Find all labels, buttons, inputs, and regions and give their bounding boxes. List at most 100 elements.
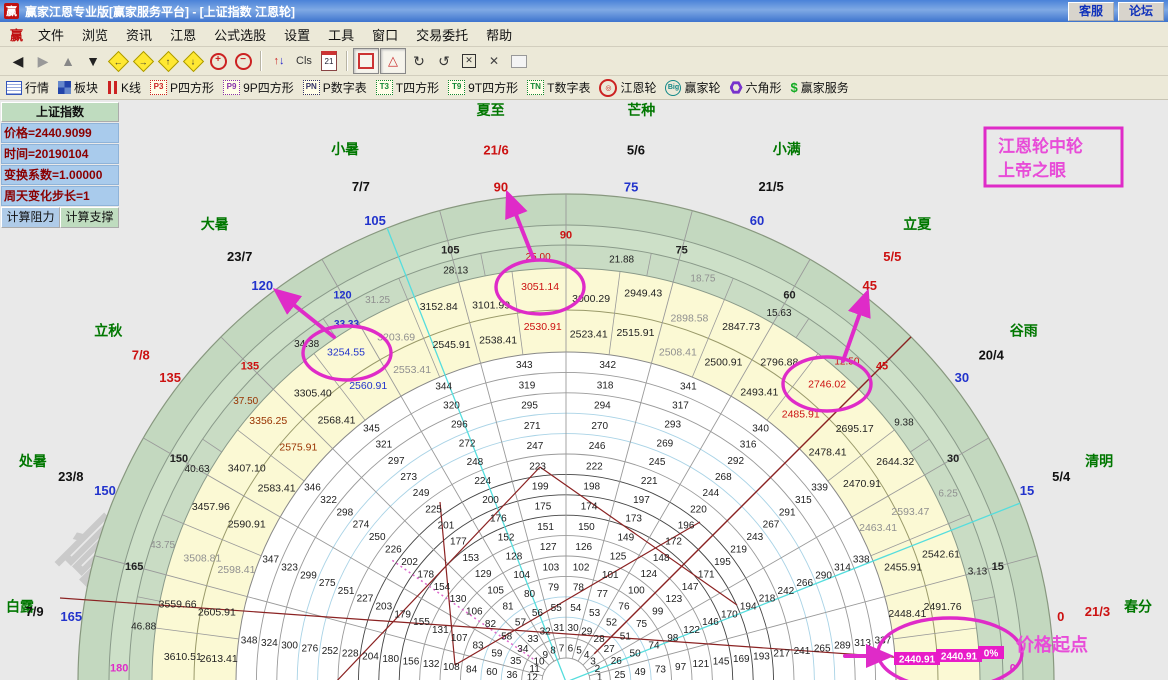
svg-text:12: 12 xyxy=(527,673,539,680)
shift-down-icon[interactable]: ↓ xyxy=(181,49,205,73)
draw-triangle-icon[interactable]: △ xyxy=(380,48,406,74)
svg-text:343: 343 xyxy=(516,360,533,371)
rotate-ccw-icon[interactable]: ↺ xyxy=(432,49,456,73)
svg-text:290: 290 xyxy=(815,570,832,581)
shift-right-icon[interactable]: → xyxy=(131,49,155,73)
tool-赢家服务[interactable]: $赢家服务 xyxy=(791,79,849,96)
svg-text:2598.41: 2598.41 xyxy=(217,564,255,576)
shift-left-icon[interactable]: ← xyxy=(106,49,130,73)
tool-板块[interactable]: 板块 xyxy=(58,79,98,96)
svg-text:120: 120 xyxy=(251,278,273,293)
svg-text:297: 297 xyxy=(388,456,405,467)
zoom-in-icon[interactable]: + xyxy=(206,49,230,73)
menu-公式选股[interactable]: 公式选股 xyxy=(205,23,275,46)
svg-text:221: 221 xyxy=(641,476,658,487)
svg-text:芒种: 芒种 xyxy=(627,102,655,118)
svg-text:55: 55 xyxy=(551,603,563,614)
svg-text:45: 45 xyxy=(863,278,877,293)
menu-工具[interactable]: 工具 xyxy=(319,23,363,46)
expand-icon[interactable]: ✕ xyxy=(457,49,481,73)
title-bar: 赢 赢家江恩专业版[赢家服务平台] - [上证指数 江恩轮] 客服论坛 xyxy=(0,0,1168,22)
whiteboard-icon[interactable] xyxy=(507,49,531,73)
svg-text:2542.61: 2542.61 xyxy=(922,549,960,561)
calendar-icon[interactable]: 21 xyxy=(317,49,341,73)
svg-text:165: 165 xyxy=(125,561,143,573)
tool-六角形[interactable]: 六角形 xyxy=(730,79,782,96)
menu-文件[interactable]: 文件 xyxy=(29,23,73,46)
zoom-out-icon[interactable]: − xyxy=(231,49,255,73)
tool-P数字表[interactable]: PNP数字表 xyxy=(303,79,367,96)
titlebar-button-service[interactable]: 客服 xyxy=(1068,2,1114,21)
svg-text:59: 59 xyxy=(491,648,503,659)
svg-text:3254.55: 3254.55 xyxy=(327,347,365,359)
tool-9P四方形[interactable]: P99P四方形 xyxy=(223,79,294,96)
svg-text:清明: 清明 xyxy=(1085,453,1113,469)
svg-text:处暑: 处暑 xyxy=(18,453,47,469)
collapse-icon[interactable]: ✕ xyxy=(482,49,506,73)
menu-江恩[interactable]: 江恩 xyxy=(161,23,205,46)
svg-text:153: 153 xyxy=(462,553,479,564)
calc-resistance-button[interactable]: 计算阻力 xyxy=(1,207,60,228)
forward-icon[interactable]: ▶ xyxy=(31,49,55,73)
menu-帮助[interactable]: 帮助 xyxy=(477,23,521,46)
svg-text:120: 120 xyxy=(333,289,351,301)
rotate-cw-icon[interactable]: ↻ xyxy=(407,49,431,73)
svg-text:126: 126 xyxy=(575,542,592,553)
svg-text:15: 15 xyxy=(992,561,1004,573)
svg-text:276: 276 xyxy=(301,643,318,654)
menu-浏览[interactable]: 浏览 xyxy=(73,23,117,46)
svg-text:193: 193 xyxy=(753,651,770,662)
svg-text:340: 340 xyxy=(752,423,769,434)
tool-P四方形[interactable]: P3P四方形 xyxy=(150,79,214,96)
svg-text:90: 90 xyxy=(560,230,572,242)
draw-square-icon[interactable] xyxy=(353,48,379,74)
sort-updown-icon[interactable]: ↑↓ xyxy=(267,49,291,73)
svg-text:249: 249 xyxy=(413,488,430,499)
tool-K线[interactable]: K线 xyxy=(107,79,141,96)
tool-T数字表[interactable]: TNT数字表 xyxy=(527,79,590,96)
svg-text:219: 219 xyxy=(730,545,747,556)
back-icon[interactable]: ◀ xyxy=(6,49,30,73)
menu-设置[interactable]: 设置 xyxy=(275,23,319,46)
tools-toolbar: 行情板块 K线 P3P四方形 P99P四方形 PNP数字表 T3T四方形 T99T四方形 TN… xyxy=(0,76,1168,100)
svg-text:23/7: 23/7 xyxy=(227,249,252,264)
svg-text:2560.91: 2560.91 xyxy=(349,380,387,392)
svg-text:27: 27 xyxy=(604,644,616,655)
svg-text:2493.41: 2493.41 xyxy=(740,387,778,399)
svg-text:176: 176 xyxy=(490,514,507,525)
tool-江恩轮[interactable]: ◎江恩轮 xyxy=(599,79,656,97)
tool-T四方形[interactable]: T3T四方形 xyxy=(376,79,439,96)
menu-资讯[interactable]: 资讯 xyxy=(117,23,161,46)
menu-交易委托[interactable]: 交易委托 xyxy=(407,23,477,46)
titlebar-button-forum[interactable]: 论坛 xyxy=(1118,2,1164,21)
tool-9T四方形[interactable]: T99T四方形 xyxy=(448,79,518,96)
svg-text:5/5: 5/5 xyxy=(883,249,901,264)
svg-text:313: 313 xyxy=(854,638,871,649)
svg-text:315: 315 xyxy=(795,495,812,506)
svg-text:341: 341 xyxy=(680,382,697,393)
calc-support-button[interactable]: 计算支撑 xyxy=(60,207,119,228)
page-up-icon[interactable]: ▲ xyxy=(56,49,80,73)
svg-text:36: 36 xyxy=(507,670,519,680)
svg-text:2470.91: 2470.91 xyxy=(843,478,881,490)
svg-text:243: 243 xyxy=(746,532,763,543)
tool-赢家轮[interactable]: Big赢家轮 xyxy=(665,79,720,96)
svg-text:292: 292 xyxy=(727,456,744,467)
svg-text:173: 173 xyxy=(625,514,642,525)
svg-text:108: 108 xyxy=(443,662,460,673)
page-down-icon[interactable]: ▼ xyxy=(81,49,105,73)
svg-text:54: 54 xyxy=(570,603,582,614)
svg-text:102: 102 xyxy=(573,562,590,573)
target-icon: ◎ xyxy=(599,79,617,97)
svg-text:2847.73: 2847.73 xyxy=(722,321,760,333)
menu-窗口[interactable]: 窗口 xyxy=(363,23,407,46)
tool-行情[interactable]: 行情 xyxy=(6,79,49,96)
svg-text:75: 75 xyxy=(624,179,638,194)
cls-button[interactable]: Cls xyxy=(292,49,316,73)
shift-up-icon[interactable]: ↑ xyxy=(156,49,180,73)
svg-text:146: 146 xyxy=(702,617,719,628)
svg-text:124: 124 xyxy=(640,569,657,580)
svg-text:2440.91: 2440.91 xyxy=(899,655,936,666)
toolbar-separator xyxy=(346,51,348,71)
svg-text:0%: 0% xyxy=(984,649,999,660)
